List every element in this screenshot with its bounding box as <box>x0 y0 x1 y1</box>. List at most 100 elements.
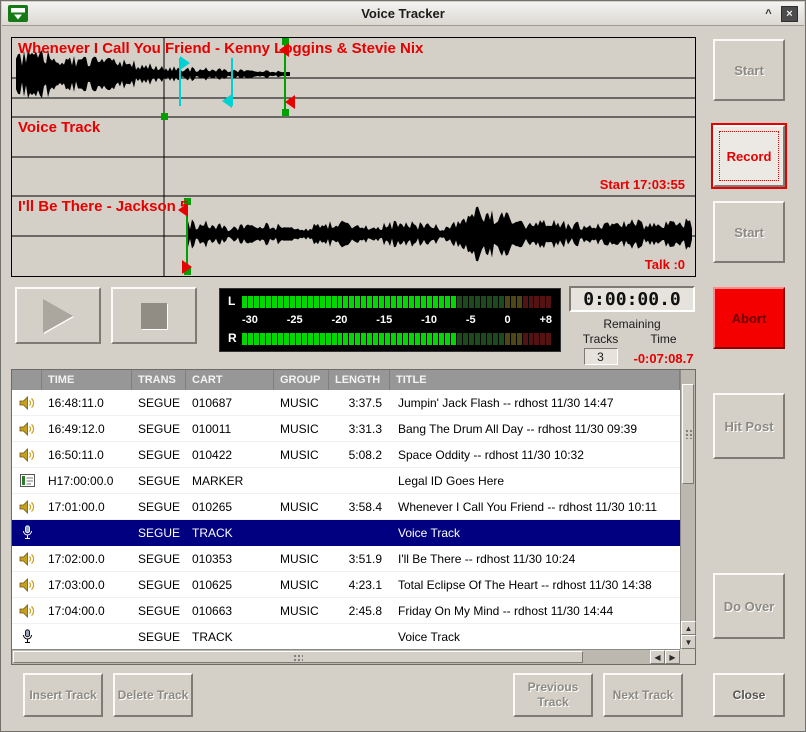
header-icon-col <box>12 370 42 390</box>
vertical-scrollbar-thumb[interactable] <box>682 384 694 484</box>
row-time: 17:01:00.0 <box>42 500 132 514</box>
header-group[interactable]: GROUP <box>274 370 329 390</box>
next-track-button[interactable]: Next Track <box>603 673 683 717</box>
row-cart: TRACK <box>186 526 274 540</box>
table-row[interactable]: 17:01:00.0 SEGUE 010265 MUSIC 3:58.4 Whe… <box>12 494 680 520</box>
row-type-cell <box>12 629 42 644</box>
scroll-down-icon[interactable]: ▼ <box>681 635 696 649</box>
horizontal-scrollbar[interactable]: ◀ ▶ <box>12 649 680 664</box>
header-trans[interactable]: TRANS <box>132 370 186 390</box>
row-time: 16:49:12.0 <box>42 422 132 436</box>
waveform-editor[interactable]: Whenever I Call You Friend - Kenny Loggi… <box>11 37 696 277</box>
record-button[interactable]: Record <box>713 125 785 187</box>
meter-scale-label: -25 <box>287 314 303 327</box>
meter-scale-label: -30 <box>242 314 258 327</box>
remaining-time-value: -0:07:08.7 <box>632 351 695 366</box>
row-cart: 010687 <box>186 396 274 410</box>
row-cart: 010422 <box>186 448 274 462</box>
log-list: TIME TRANS CART GROUP LENGTH TITLE 16:48… <box>11 369 696 665</box>
row-trans: SEGUE <box>132 422 186 436</box>
table-row[interactable]: H17:00:00.0 SEGUE MARKER Legal ID Goes H… <box>12 468 680 494</box>
row-cart: TRACK <box>186 630 274 644</box>
voice-tracker-window: Voice Tracker ^ × <box>0 0 806 732</box>
row-length: 5:08.2 <box>329 448 390 462</box>
meter-scale-label: -10 <box>421 314 437 327</box>
header-title[interactable]: TITLE <box>390 370 680 390</box>
row-title: I'll Be There -- rdhost 11/30 10:24 <box>390 552 680 566</box>
mic-icon <box>22 629 33 644</box>
row-type-cell <box>12 474 42 487</box>
titlebar: Voice Tracker ^ × <box>2 2 804 26</box>
table-row[interactable]: 16:50:11.0 SEGUE 010422 MUSIC 5:08.2 Spa… <box>12 442 680 468</box>
insert-track-button[interactable]: Insert Track <box>23 673 103 717</box>
scroll-right-icon[interactable]: ▶ <box>665 650 680 664</box>
speaker-icon <box>19 578 36 592</box>
row-trans: SEGUE <box>132 448 186 462</box>
header-length[interactable]: LENGTH <box>329 370 390 390</box>
vertical-scrollbar[interactable]: ▲ ▼ <box>680 370 695 649</box>
marker-icon <box>20 474 35 487</box>
previous-track-button[interactable]: Previous Track <box>513 673 593 717</box>
remaining-panel: Remaining Tracks 3 Time -0:07:08.7 <box>569 317 695 366</box>
table-row[interactable]: SEGUE TRACK Voice Track <box>12 520 680 546</box>
hit-post-button[interactable]: Hit Post <box>713 393 785 459</box>
table-row[interactable]: 17:03:00.0 SEGUE 010625 MUSIC 4:23.1 Tot… <box>12 572 680 598</box>
start-track1-button[interactable]: Start <box>713 39 785 101</box>
waveform-track3 <box>188 207 692 262</box>
meter-scale: -30 -25 -20 -15 -10 -5 0 +8 <box>242 314 552 327</box>
stop-button[interactable] <box>111 287 197 344</box>
row-trans: SEGUE <box>132 474 186 488</box>
row-title: Legal ID Goes Here <box>390 474 680 488</box>
row-trans: SEGUE <box>132 552 186 566</box>
row-cart: 010625 <box>186 578 274 592</box>
audio-level-meter: L -30 -25 -20 -15 -10 -5 0 +8 R <box>219 288 561 352</box>
header-time[interactable]: TIME <box>42 370 132 390</box>
table-row[interactable]: 17:04:00.0 SEGUE 010663 MUSIC 2:45.8 Fri… <box>12 598 680 624</box>
log-header: TIME TRANS CART GROUP LENGTH TITLE <box>12 370 680 390</box>
delete-track-button[interactable]: Delete Track <box>113 673 193 717</box>
app-icon <box>8 5 28 22</box>
row-title: Friday On My Mind -- rdhost 11/30 14:44 <box>390 604 680 618</box>
close-icon[interactable]: × <box>781 6 798 22</box>
row-group: MUSIC <box>274 422 329 436</box>
start-track3-button[interactable]: Start <box>713 201 785 263</box>
play-button[interactable] <box>15 287 101 344</box>
row-cart: MARKER <box>186 474 274 488</box>
speaker-icon <box>19 448 36 462</box>
header-cart[interactable]: CART <box>186 370 274 390</box>
speaker-icon <box>19 396 36 410</box>
elapsed-time-display: 0:00:00.0 <box>569 286 695 312</box>
table-row[interactable]: 16:49:12.0 SEGUE 010011 MUSIC 3:31.3 Ban… <box>12 416 680 442</box>
row-trans: SEGUE <box>132 526 186 540</box>
row-time: H17:00:00.0 <box>42 474 132 488</box>
row-length: 3:51.9 <box>329 552 390 566</box>
track3-talk-time: Talk :0 <box>645 257 685 272</box>
row-type-cell <box>12 578 42 592</box>
do-over-button[interactable]: Do Over <box>713 573 785 639</box>
abort-button[interactable]: Abort <box>713 287 785 349</box>
horizontal-scrollbar-thumb[interactable] <box>13 651 583 663</box>
remaining-time-label: Time <box>632 332 695 346</box>
close-button[interactable]: Close <box>713 673 785 717</box>
row-trans: SEGUE <box>132 500 186 514</box>
row-time: 17:04:00.0 <box>42 604 132 618</box>
table-row[interactable]: 17:02:00.0 SEGUE 010353 MUSIC 3:51.9 I'l… <box>12 546 680 572</box>
meter-right-label: R <box>228 332 242 345</box>
table-row[interactable]: SEGUE TRACK Voice Track <box>12 624 680 649</box>
row-time: 17:02:00.0 <box>42 552 132 566</box>
row-title: Space Oddity -- rdhost 11/30 10:32 <box>390 448 680 462</box>
row-time: 16:50:11.0 <box>42 448 132 462</box>
speaker-icon <box>19 422 36 436</box>
waveform-canvas <box>12 38 695 276</box>
row-title: Bang The Drum All Day -- rdhost 11/30 09… <box>390 422 680 436</box>
scroll-left-icon[interactable]: ◀ <box>650 650 665 664</box>
row-type-cell <box>12 552 42 566</box>
scroll-up-icon[interactable]: ▲ <box>681 621 696 635</box>
row-trans: SEGUE <box>132 396 186 410</box>
row-cart: 010663 <box>186 604 274 618</box>
meter-scale-label: -5 <box>466 314 476 327</box>
shade-icon[interactable]: ^ <box>760 6 777 22</box>
meter-left-label: L <box>228 295 242 308</box>
table-row[interactable]: 16:48:11.0 SEGUE 010687 MUSIC 3:37.5 Jum… <box>12 390 680 416</box>
meter-right-segments <box>242 333 552 345</box>
